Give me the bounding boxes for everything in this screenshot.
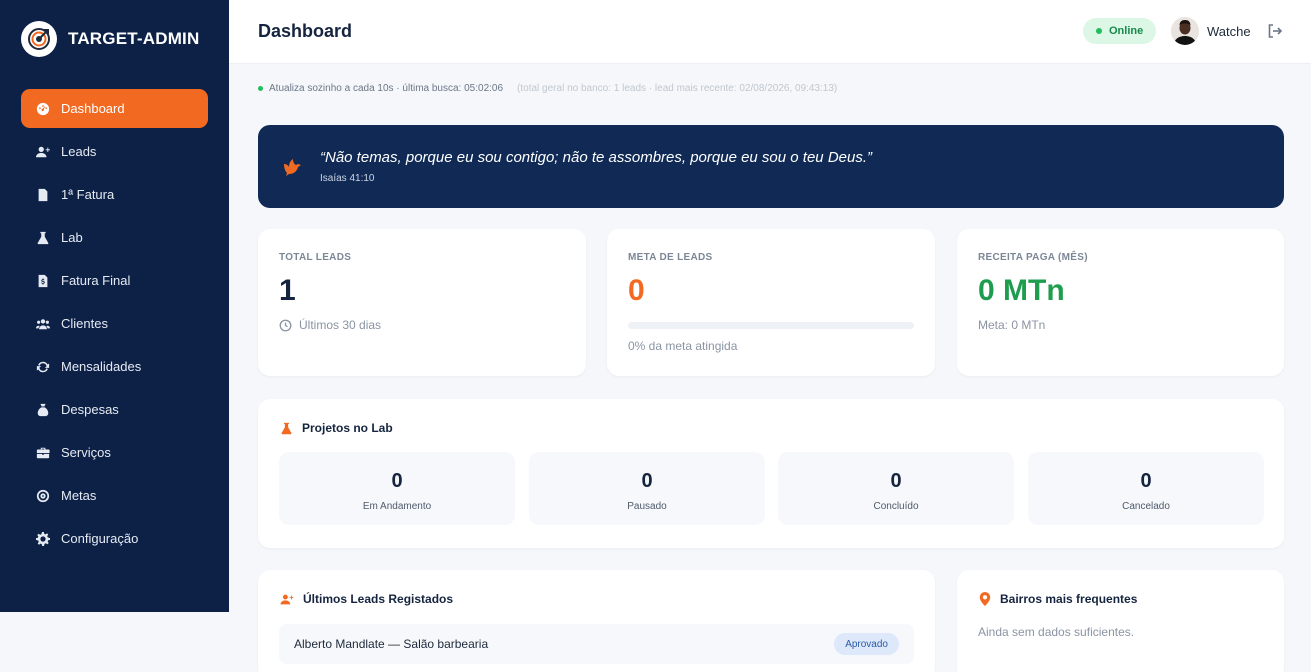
revenue-card: RECEITA PAGA (MÊS) 0 MTn Meta: 0 MTn	[957, 229, 1284, 376]
target-icon	[36, 489, 50, 503]
invoice-icon	[36, 188, 50, 202]
sidebar-item-label: Fatura Final	[61, 273, 131, 288]
sidebar-item-label: Dashboard	[61, 101, 125, 116]
sidebar-item-services[interactable]: Serviços	[21, 433, 208, 472]
sidebar-item-label: Configuração	[61, 531, 139, 546]
lab-status-label: Pausado	[627, 501, 667, 512]
user-plus-icon	[280, 594, 294, 604]
list-item[interactable]: Alberto Mandlate — Salão barbearia Aprov…	[279, 624, 914, 664]
brand[interactable]: TARGET-ADMIN	[21, 21, 199, 57]
neighborhoods-card: Bairros mais frequentes Ainda sem dados …	[957, 570, 1284, 672]
leads-goal-card: META DE LEADS 0 0% da meta atingida	[607, 229, 935, 376]
stat-value: 1	[279, 274, 296, 307]
lab-status-label: Cancelado	[1122, 501, 1170, 512]
sidebar-item-first-invoice[interactable]: 1ª Fatura	[21, 175, 208, 214]
briefcase-icon	[36, 446, 50, 460]
stat-value: 0 MTn	[978, 274, 1065, 307]
status-badge: Online	[1083, 18, 1157, 44]
goal-progress-bar	[628, 322, 914, 329]
stat-label: RECEITA PAGA (MÊS)	[978, 252, 1088, 263]
sidebar-nav: Dashboard Leads 1ª Fatura Lab Fatura Fin…	[21, 89, 208, 562]
sidebar-item-label: Metas	[61, 488, 97, 503]
target-logo-icon	[21, 21, 57, 57]
users-icon	[36, 317, 50, 331]
section-title-text: Projetos no Lab	[302, 421, 393, 435]
sidebar: TARGET-ADMIN Dashboard Leads 1ª Fatura L…	[0, 0, 229, 612]
sidebar-item-goals[interactable]: Metas	[21, 476, 208, 515]
sidebar-item-settings[interactable]: Configuração	[21, 519, 208, 558]
section-title: Últimos Leads Registados	[280, 592, 453, 606]
stat-subtitle: 0% da meta atingida	[628, 339, 738, 353]
lab-count: 0	[1140, 470, 1152, 492]
sidebar-item-monthly[interactable]: Mensalidades	[21, 347, 208, 386]
stat-label: META DE LEADS	[628, 252, 713, 263]
lab-status-completed[interactable]: 0 Concluído	[778, 452, 1014, 525]
sidebar-item-label: Leads	[61, 144, 97, 159]
lab-projects-card: Projetos no Lab 0 Em Andamento 0 Pausado…	[258, 399, 1284, 548]
invoice-dollar-icon	[36, 274, 50, 288]
gear-icon	[36, 531, 50, 546]
sidebar-item-label: Serviços	[61, 445, 111, 460]
flask-icon	[281, 422, 292, 434]
status-dot-icon	[1096, 28, 1102, 34]
section-title-text: Bairros mais frequentes	[1000, 592, 1138, 606]
sidebar-item-final-invoice[interactable]: Fatura Final	[21, 261, 208, 300]
sidebar-item-clients[interactable]: Clientes	[21, 304, 208, 343]
money-bag-icon	[36, 403, 50, 417]
section-title: Projetos no Lab	[280, 421, 393, 435]
user-plus-icon	[36, 145, 50, 159]
sidebar-item-dashboard[interactable]: Dashboard	[21, 89, 208, 128]
database-totals: (total geral no banco: 1 leads · lead ma…	[517, 83, 838, 94]
latest-leads-card: Últimos Leads Registados Alberto Mandlat…	[258, 570, 935, 672]
section-title-text: Últimos Leads Registados	[303, 592, 454, 606]
auto-refresh-status: Atualiza sozinho a cada 10s · última bus…	[258, 83, 837, 94]
verse-reference: Isaías 41:10	[320, 173, 375, 184]
top-header: Dashboard Online Watche	[229, 0, 1311, 64]
lab-count: 0	[391, 470, 403, 492]
sidebar-item-label: Despesas	[61, 402, 119, 417]
user-name: Watche	[1207, 23, 1251, 39]
sidebar-item-leads[interactable]: Leads	[21, 132, 208, 171]
lab-status-label: Em Andamento	[362, 501, 432, 512]
logout-icon[interactable]	[1267, 23, 1283, 39]
dove-icon	[282, 155, 304, 177]
stat-value: 0	[628, 274, 645, 307]
map-pin-icon	[979, 592, 991, 606]
brand-name: TARGET-ADMIN	[68, 29, 200, 48]
lead-name: Alberto Mandlate — Salão barbearia	[294, 637, 489, 651]
status-label: Online	[1109, 25, 1144, 37]
lab-count: 0	[890, 470, 902, 492]
refresh-icon	[36, 360, 50, 374]
flask-icon	[36, 231, 50, 245]
verse-banner: “Não temas, porque eu sou contigo; não t…	[258, 125, 1284, 208]
user-menu[interactable]: Watche	[1171, 17, 1251, 45]
lab-status-in-progress[interactable]: 0 Em Andamento	[279, 452, 515, 525]
sidebar-item-expenses[interactable]: Despesas	[21, 390, 208, 429]
sidebar-item-lab[interactable]: Lab	[21, 218, 208, 257]
section-title: Bairros mais frequentes	[979, 592, 1137, 606]
stat-subtitle: Meta: 0 MTn	[978, 318, 1046, 332]
lab-status-label: Concluído	[873, 501, 919, 512]
clock-icon	[279, 319, 292, 331]
stat-subtitle: Últimos 30 dias	[279, 318, 381, 332]
sidebar-item-label: 1ª Fatura	[61, 187, 115, 202]
sidebar-item-label: Clientes	[61, 316, 108, 331]
empty-state-text: Ainda sem dados suficientes.	[978, 625, 1135, 639]
refresh-info: Atualiza sozinho a cada 10s · última bus…	[269, 83, 504, 94]
lab-status-paused[interactable]: 0 Pausado	[529, 452, 765, 525]
live-dot-icon	[258, 86, 263, 91]
status-badge: Aprovado	[834, 633, 899, 655]
dashboard-icon	[36, 102, 50, 116]
total-leads-card: TOTAL LEADS 1 Últimos 30 dias	[258, 229, 586, 376]
lab-status-cancelled[interactable]: 0 Cancelado	[1028, 452, 1264, 525]
verse-text: “Não temas, porque eu sou contigo; não t…	[320, 149, 872, 166]
stat-subtitle-text: Últimos 30 dias	[299, 318, 382, 332]
sidebar-item-label: Mensalidades	[61, 359, 142, 374]
page-title: Dashboard	[258, 21, 353, 41]
avatar	[1171, 17, 1199, 45]
stat-label: TOTAL LEADS	[279, 252, 352, 263]
lab-count: 0	[641, 470, 653, 492]
sidebar-item-label: Lab	[61, 230, 83, 245]
